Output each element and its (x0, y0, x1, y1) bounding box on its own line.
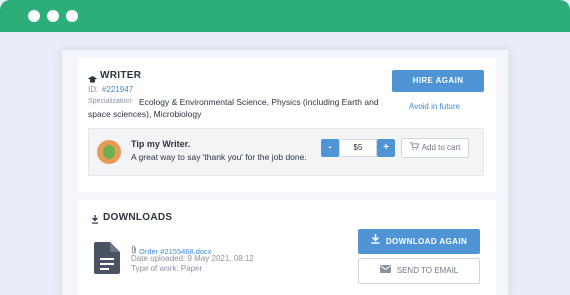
send-to-email-label: SEND TO EMAIL (396, 266, 459, 276)
tip-subtitle: A great way to say 'thank you' for the j… (131, 152, 307, 162)
avoid-in-future-link[interactable]: Avoid in future (409, 102, 460, 111)
specialization-label: Specialization: (88, 98, 134, 105)
window-dot-1 (28, 10, 40, 22)
window-dot-2 (47, 10, 59, 22)
downloads-card: DOWNLOADS Order #2155468.docx Date uploa… (78, 200, 496, 295)
window-titlebar (0, 0, 570, 32)
writer-card: WRITER ID: #221947 Specialization: Ecolo… (78, 58, 496, 192)
type-of-work: Type of work: Paper (131, 264, 203, 273)
add-to-cart-button[interactable]: Add to cart (401, 138, 469, 158)
download-arrow-icon (371, 229, 380, 254)
download-again-button[interactable]: DOWNLOAD AGAIN (358, 229, 480, 254)
writer-id-label: ID: (88, 85, 99, 94)
tip-increase-button[interactable]: + (377, 139, 395, 157)
add-to-cart-label: Add to cart (421, 143, 461, 153)
writer-title: WRITER (100, 70, 142, 81)
document-icon (94, 242, 120, 274)
window-dot-3 (66, 10, 78, 22)
tip-avatar (97, 140, 121, 164)
download-icon (91, 211, 99, 224)
tip-decrease-button[interactable]: - (321, 139, 339, 157)
downloads-title: DOWNLOADS (103, 212, 173, 223)
specialization-value-line2: space sciences), Microbiology (88, 109, 202, 119)
specialization-value-line1: Ecology & Environmental Science, Physics… (139, 97, 379, 107)
cart-icon (409, 139, 419, 157)
hire-again-button[interactable]: HIRE AGAIN (392, 70, 484, 92)
date-uploaded: Date uploaded: 9 May 2021, 08:12 (131, 254, 254, 263)
send-to-email-button[interactable]: SEND TO EMAIL (358, 258, 480, 284)
tip-writer-box: Tip my Writer. A great way to say 'thank… (88, 128, 484, 176)
envelope-icon (379, 259, 391, 283)
tip-amount-field[interactable]: $5 (339, 139, 377, 157)
writer-id-link[interactable]: #221947 (102, 85, 133, 94)
graduation-cap-icon (88, 71, 97, 83)
download-again-label: DOWNLOAD AGAIN (385, 237, 468, 246)
tip-title: Tip my Writer. (131, 139, 191, 149)
